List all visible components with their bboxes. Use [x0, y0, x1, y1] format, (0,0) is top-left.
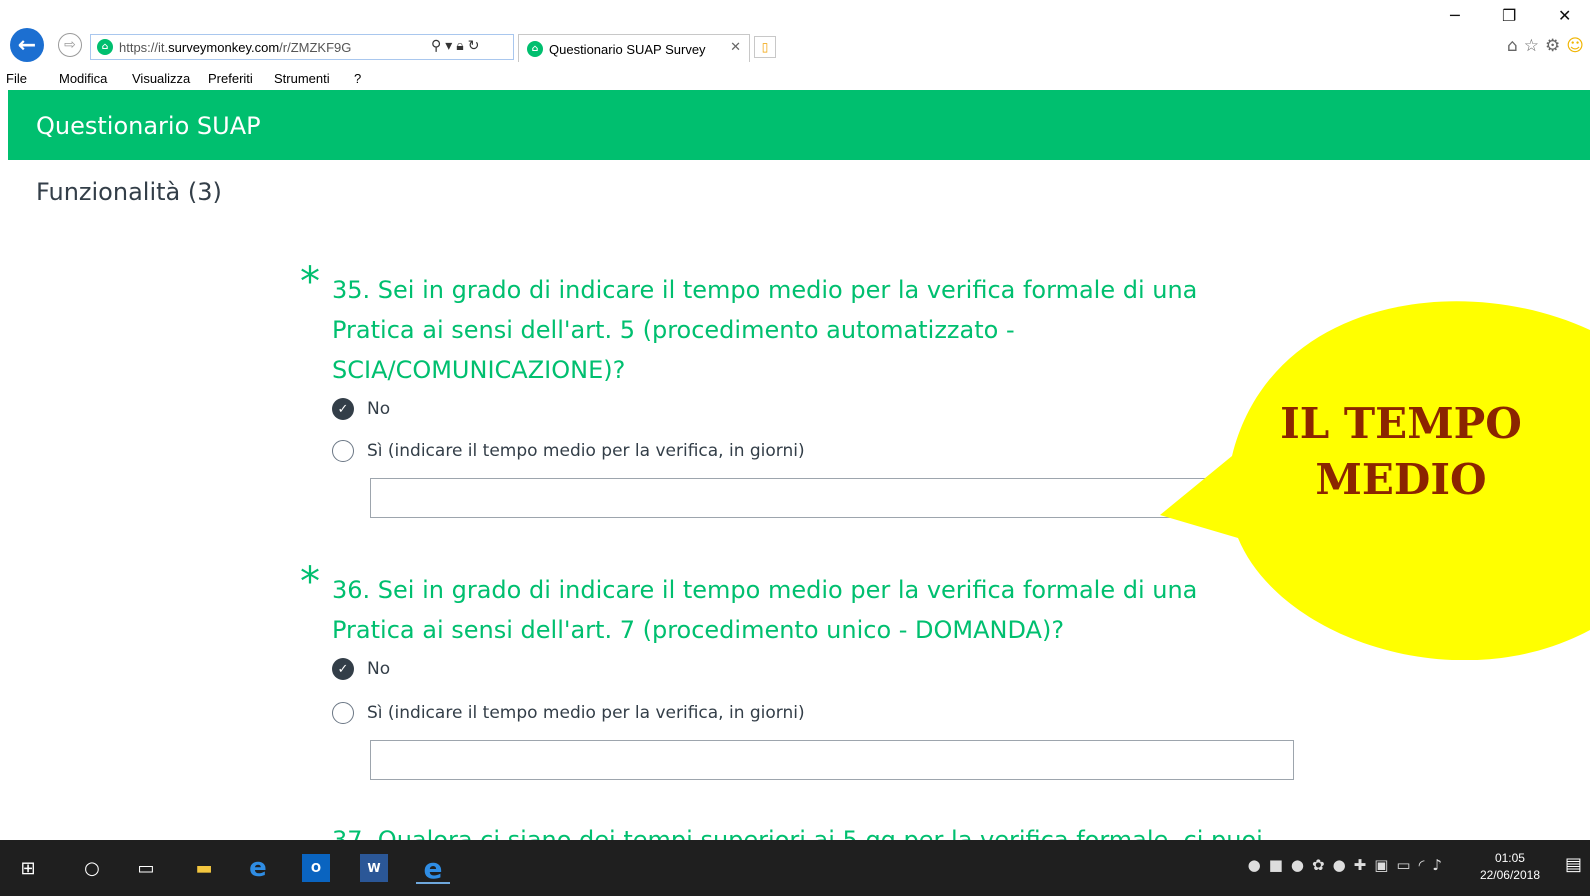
- days-input[interactable]: [370, 478, 1294, 518]
- option-label: No: [367, 399, 391, 419]
- lock-icon[interactable]: 🔒︎: [456, 38, 467, 54]
- refresh-icon[interactable]: ↻: [468, 38, 484, 54]
- tray-volume-icon[interactable]: ♪: [1432, 856, 1450, 874]
- dropdown-icon[interactable]: ▾: [445, 38, 456, 54]
- survey-title: Questionario SUAP: [36, 112, 261, 140]
- days-input[interactable]: [370, 740, 1294, 780]
- url-domain: surveymonkey.com: [168, 40, 280, 55]
- browser-chrome: ← ⇨ ⌂ https://it.surveymonkey.com/r/ZMZK…: [0, 0, 1590, 90]
- menu-modifica[interactable]: Modifica: [59, 71, 107, 86]
- tray-battery-icon[interactable]: ▭: [1396, 856, 1418, 874]
- system-tray: ●■●✿●✚▣▭◜♪: [1248, 856, 1450, 874]
- back-button[interactable]: ←: [10, 28, 44, 62]
- home-icon[interactable]: ⌂: [1507, 36, 1518, 56]
- menu-file[interactable]: File: [6, 71, 27, 86]
- tab-title: Questionario SUAP Survey: [549, 42, 706, 57]
- radio-checked-icon[interactable]: ✓: [332, 658, 354, 680]
- menu-help[interactable]: ?: [354, 71, 361, 86]
- menu-preferiti[interactable]: Preferiti: [208, 71, 253, 86]
- url-path: /r/ZMZKF9G: [279, 40, 352, 55]
- page-heading: Funzionalità (3): [36, 178, 222, 206]
- tray-network-icon[interactable]: ●: [1291, 856, 1312, 874]
- close-window-icon[interactable]: ✕: [1558, 6, 1571, 25]
- windows-taskbar: ⊞ ○ ▭ ▬ e O W e ●■●✿●✚▣▭◜♪ 01:05 22/06/2…: [0, 840, 1590, 896]
- internet-explorer-active-icon[interactable]: e: [416, 852, 450, 885]
- address-bar[interactable]: ⌂ https://it.surveymonkey.com/r/ZMZKF9G …: [90, 34, 514, 60]
- tray-app-icon[interactable]: ●: [1333, 856, 1354, 874]
- surveymonkey-favicon-icon: ⌂: [97, 39, 113, 55]
- feedback-smiley-icon[interactable]: ☺: [1566, 36, 1584, 56]
- search-cortana-icon[interactable]: ○: [78, 854, 106, 882]
- tray-app-icon[interactable]: ▣: [1374, 856, 1396, 874]
- new-tab-icon: ▯: [761, 40, 769, 54]
- radio-checked-icon[interactable]: ✓: [332, 398, 354, 420]
- callout-line-2: MEDIO: [1315, 455, 1487, 504]
- search-icon[interactable]: ⚲: [431, 38, 445, 54]
- settings-gear-icon[interactable]: ⚙: [1545, 36, 1560, 56]
- file-explorer-icon[interactable]: ▬: [190, 854, 218, 882]
- new-tab-button[interactable]: ▯: [754, 36, 776, 58]
- browser-tab-active[interactable]: ⌂ Questionario SUAP Survey ✕: [518, 34, 750, 62]
- windows-start-icon[interactable]: ⊞: [14, 854, 42, 882]
- taskbar-clock[interactable]: 01:05 22/06/2018: [1480, 850, 1540, 884]
- word-icon[interactable]: W: [360, 854, 388, 882]
- arrow-right-icon: ⇨: [64, 37, 76, 53]
- tray-shield-icon[interactable]: ✚: [1354, 856, 1375, 874]
- option-label: Sì (indicare il tempo medio per la verif…: [367, 441, 805, 461]
- clock-date: 22/06/2018: [1479, 868, 1540, 882]
- minimize-icon[interactable]: ─: [1450, 6, 1460, 25]
- required-asterisk-icon: *: [300, 559, 320, 605]
- required-asterisk-icon: *: [300, 259, 320, 305]
- close-tab-icon[interactable]: ✕: [730, 40, 741, 55]
- question-text: 35. Sei in grado di indicare il tempo me…: [332, 276, 1198, 384]
- outlook-icon[interactable]: O: [302, 854, 330, 882]
- survey-header: Questionario SUAP: [8, 90, 1590, 160]
- browser-toolbar-icons: ⌂ ☆ ⚙ ☺: [1507, 36, 1590, 56]
- address-bar-icons: ⚲▾🔒︎↻: [431, 38, 483, 54]
- tray-app-icon[interactable]: ✿: [1312, 856, 1333, 874]
- clock-time: 01:05: [1494, 851, 1525, 865]
- question-text: 36. Sei in grado di indicare il tempo me…: [332, 576, 1198, 644]
- url-prefix: https://it.: [119, 40, 169, 55]
- menu-visualizza[interactable]: Visualizza: [132, 71, 190, 86]
- url-text: https://it.surveymonkey.com/r/ZMZKF9G: [119, 40, 351, 55]
- restore-icon[interactable]: ❐: [1502, 6, 1516, 25]
- radio-unchecked-icon[interactable]: [332, 440, 354, 462]
- arrow-left-icon: ←: [17, 32, 37, 58]
- tray-app-icon[interactable]: ●: [1248, 856, 1269, 874]
- tray-wifi-icon[interactable]: ◜: [1419, 856, 1433, 874]
- callout-line-1: IL TEMPO: [1280, 399, 1522, 448]
- internet-explorer-icon[interactable]: e: [244, 853, 272, 883]
- option-label: Sì (indicare il tempo medio per la verif…: [367, 703, 805, 723]
- window-controls: ─ ❐ ✕: [1440, 6, 1590, 32]
- option-label: No: [367, 659, 391, 679]
- tray-outlook-icon[interactable]: ■: [1269, 856, 1291, 874]
- forward-button[interactable]: ⇨: [58, 33, 82, 57]
- surveymonkey-favicon-icon: ⌂: [527, 41, 543, 57]
- radio-unchecked-icon[interactable]: [332, 702, 354, 724]
- callout-text: IL TEMPO MEDIO: [1270, 396, 1532, 508]
- menu-strumenti[interactable]: Strumenti: [274, 71, 330, 86]
- task-view-icon[interactable]: ▭: [132, 854, 160, 882]
- action-center-icon[interactable]: ▤: [1565, 854, 1582, 875]
- favorites-star-icon[interactable]: ☆: [1524, 36, 1539, 56]
